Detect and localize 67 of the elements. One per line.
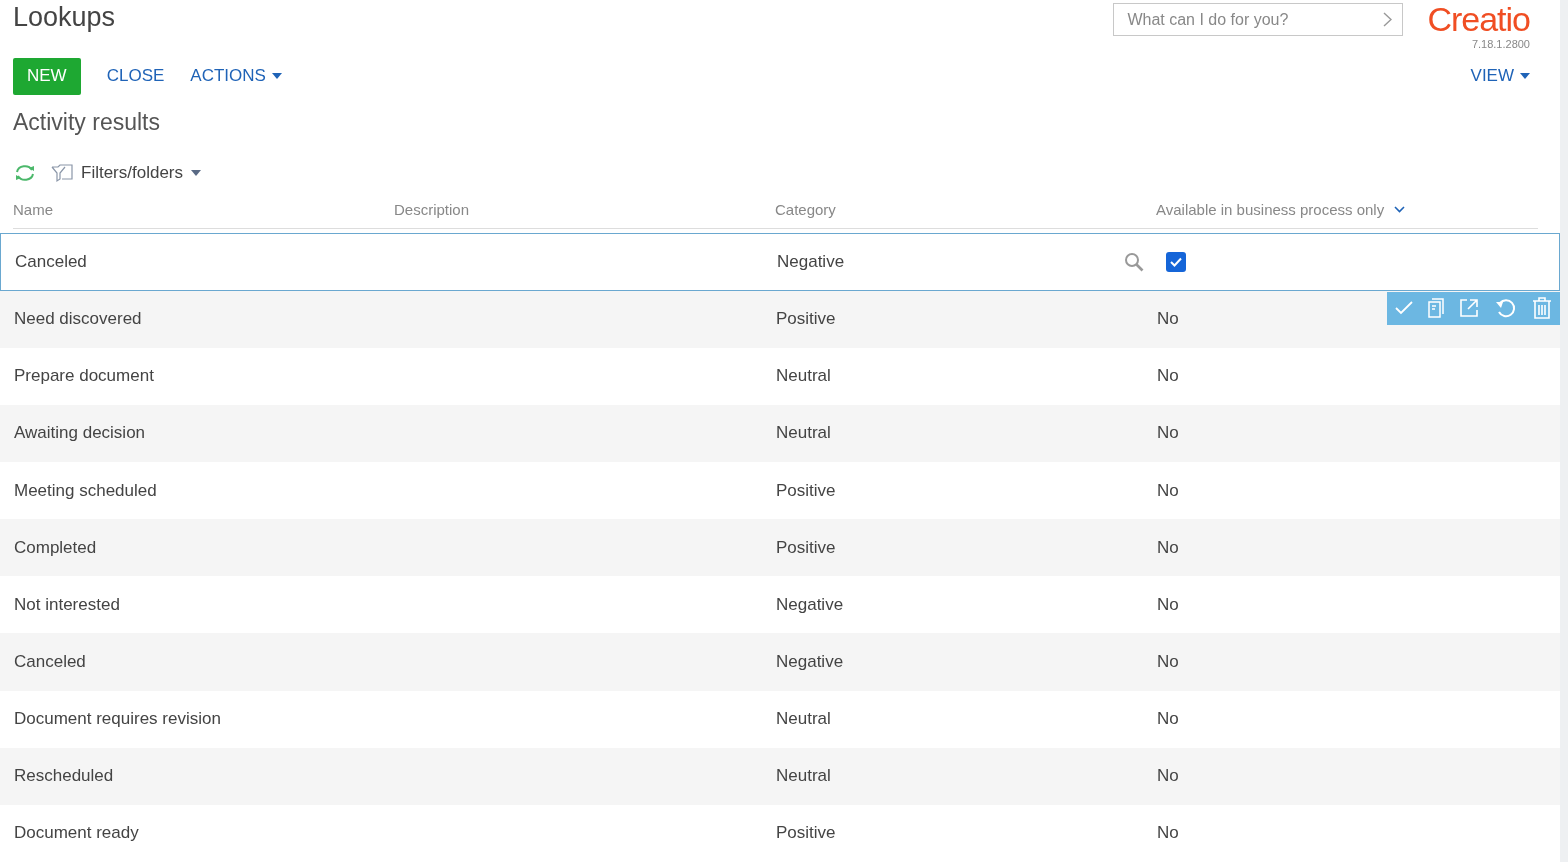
undo-icon[interactable] [1494, 297, 1517, 320]
column-header[interactable]: Category [775, 201, 1156, 219]
name-cell: Prepare document [14, 366, 154, 387]
value-cell: No [1157, 766, 1179, 787]
check-icon[interactable] [1394, 301, 1413, 316]
name-cell: Rescheduled [14, 766, 114, 787]
category-cell: Neutral [776, 423, 831, 444]
name-cell: Document ready [14, 823, 139, 844]
category-cell: Negative [777, 252, 845, 272]
column-header[interactable]: Description [394, 201, 775, 219]
category-cell: Positive [776, 823, 836, 844]
table-row[interactable]: Canceled Negative [0, 233, 1560, 291]
caret-icon [191, 169, 202, 176]
name-cell: Completed [14, 537, 97, 558]
value-cell: No [1157, 537, 1179, 558]
category-cell: Neutral [776, 366, 831, 387]
table-row[interactable]: Awaiting decision Neutral No [0, 404, 1560, 462]
name-cell: Awaiting decision [14, 423, 146, 444]
view-menu-button[interactable]: VIEW [1470, 66, 1530, 87]
open-external-icon[interactable] [1459, 298, 1480, 319]
column-header[interactable]: Available in business process only [1156, 201, 1538, 219]
section-title: Activity results [12, 107, 161, 136]
caret-icon [271, 73, 282, 80]
chevron-right-icon [1383, 12, 1393, 27]
checkmark-icon [1170, 257, 1182, 267]
value-cell: No [1157, 594, 1179, 615]
table-row[interactable]: Need discovered Positive No [0, 290, 1560, 348]
trash-icon[interactable] [1532, 297, 1553, 320]
category-cell: Positive [776, 309, 836, 330]
close-button[interactable]: CLOSE [106, 66, 165, 87]
copy-icon[interactable] [1428, 298, 1445, 319]
search-icon[interactable] [1124, 252, 1144, 272]
search-field[interactable]: What can I do for you? [1113, 3, 1404, 36]
name-cell: Document requires revision [14, 709, 221, 730]
table-row[interactable]: Rescheduled Neutral No [0, 747, 1560, 805]
name-cell: Need discovered [14, 309, 142, 330]
filters-folders-button[interactable]: Filters/folders [51, 162, 202, 183]
category-cell: Neutral [776, 766, 831, 787]
category-cell: Positive [776, 537, 836, 558]
refresh-icon[interactable] [13, 162, 37, 183]
value-cell: No [1157, 366, 1179, 387]
value-cell: No [1157, 423, 1179, 444]
chevron-down-icon [1394, 206, 1406, 214]
scrollbar[interactable] [1560, 0, 1568, 862]
table-row[interactable]: Canceled Negative No [0, 633, 1560, 691]
category-cell: Neutral [776, 709, 831, 730]
name-cell: Canceled [15, 252, 87, 272]
category-cell: Negative [776, 594, 844, 615]
value-cell: No [1157, 309, 1179, 330]
name-cell: Meeting scheduled [14, 480, 157, 501]
page-title: Lookups [13, 2, 117, 33]
name-cell: Not interested [14, 594, 120, 615]
category-cell: Negative [776, 652, 844, 672]
column-header[interactable]: Name [13, 201, 394, 219]
version-label: 7.18.1.2800 [1471, 38, 1530, 50]
value-cell: No [1157, 652, 1179, 672]
name-cell: Canceled [14, 652, 86, 672]
logo: Creatio [1427, 0, 1530, 38]
category-cell: Positive [776, 480, 836, 501]
actions-menu-button[interactable]: ACTIONS [190, 66, 282, 87]
checkbox[interactable] [1166, 252, 1186, 272]
value-cell: No [1157, 709, 1179, 730]
table-row[interactable]: Completed Positive No [0, 519, 1560, 577]
value-cell: No [1157, 480, 1179, 501]
caret-icon [1520, 73, 1530, 80]
funnel-folder-icon [51, 162, 73, 183]
value-cell: No [1157, 823, 1179, 844]
